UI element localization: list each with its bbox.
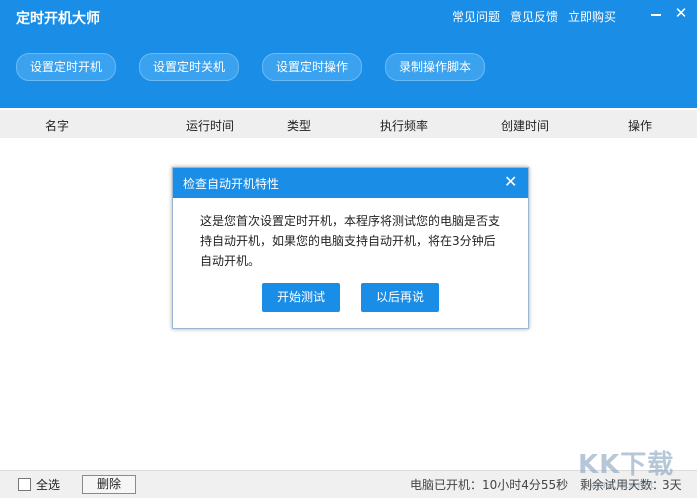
set-operation-button[interactable]: 设置定时操作 xyxy=(262,53,363,81)
app-header: 定时开机大师 常见问题 意见反馈 立即购买 ✕ 设置定时开机 设置定时关机 设置… xyxy=(0,0,697,108)
feedback-link[interactable]: 意见反馈 xyxy=(510,8,558,25)
watermark-logo: KK下载 xyxy=(578,450,675,480)
uptime-label: 电脑已开机： xyxy=(410,478,483,492)
app-title: 定时开机大师 xyxy=(16,11,100,27)
uptime-value: 10小时4分55秒 xyxy=(482,478,569,492)
column-type[interactable]: 类型 xyxy=(287,117,311,134)
column-actions[interactable]: 操作 xyxy=(628,117,652,134)
delete-button[interactable]: 删除 xyxy=(82,475,136,494)
column-name[interactable]: 名字 xyxy=(45,117,69,134)
toolbar: 设置定时开机 设置定时关机 设置定时操作 录制操作脚本 xyxy=(16,53,486,81)
later-button[interactable]: 以后再说 xyxy=(361,283,439,312)
column-frequency[interactable]: 执行频率 xyxy=(380,117,428,134)
set-shutdown-button[interactable]: 设置定时关机 xyxy=(139,53,240,81)
faq-link[interactable]: 常见问题 xyxy=(452,8,500,25)
table-header: 名字 运行时间 类型 执行频率 创建时间 操作 xyxy=(0,110,697,138)
set-power-on-button[interactable]: 设置定时开机 xyxy=(16,53,117,81)
select-all-checkbox[interactable] xyxy=(18,478,31,491)
watermark-url: www.kkx.net xyxy=(590,480,654,491)
buy-now-link[interactable]: 立即购买 xyxy=(568,8,616,25)
dialog-title: 检查自动开机特性 xyxy=(183,177,280,191)
dialog-title-bar: 检查自动开机特性 ✕ xyxy=(173,168,528,198)
dialog-message: 这是您首次设置定时开机，本程序将测试您的电脑是否支持自动开机，如果您的电脑支持自… xyxy=(200,214,501,268)
dialog-close-icon[interactable]: ✕ xyxy=(504,173,517,191)
close-icon[interactable]: ✕ xyxy=(672,4,690,22)
minimize-icon[interactable] xyxy=(647,4,665,22)
column-created-time[interactable]: 创建时间 xyxy=(501,117,549,134)
top-links: 常见问题 意见反馈 立即购买 xyxy=(452,8,616,25)
column-run-time[interactable]: 运行时间 xyxy=(186,117,234,134)
select-all-label[interactable]: 全选 xyxy=(36,476,60,493)
record-script-button[interactable]: 录制操作脚本 xyxy=(385,53,486,81)
start-test-button[interactable]: 开始测试 xyxy=(262,283,340,312)
auto-power-on-dialog: 检查自动开机特性 ✕ 这是您首次设置定时开机，本程序将测试您的电脑是否支持自动开… xyxy=(172,167,529,329)
